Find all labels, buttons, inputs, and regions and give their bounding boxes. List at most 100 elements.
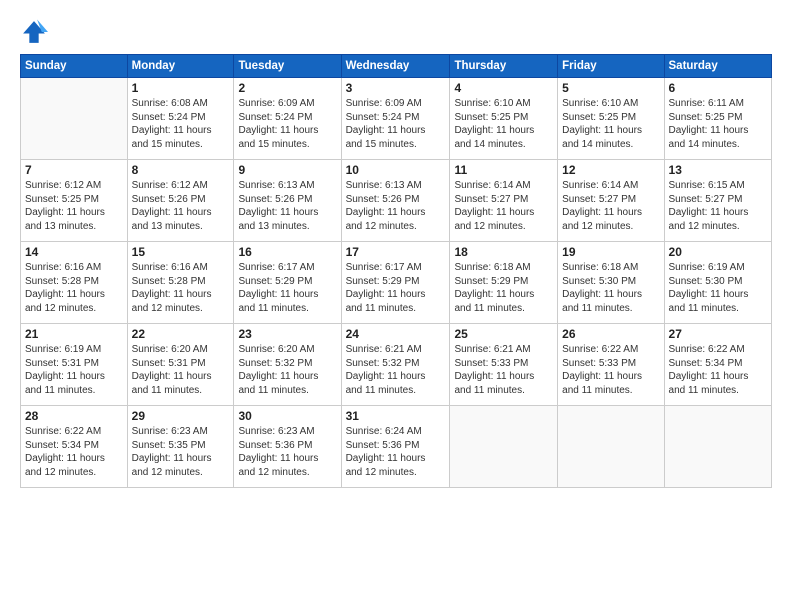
day-number: 29 [132,409,230,423]
day-info: Sunrise: 6:13 AMSunset: 5:26 PMDaylight:… [238,179,336,233]
calendar-header-sunday: Sunday [21,55,128,78]
calendar-cell: 30Sunrise: 6:23 AMSunset: 5:36 PMDayligh… [234,406,341,488]
calendar-header-wednesday: Wednesday [341,55,450,78]
calendar-cell: 25 Sunrise: 6:21 AMSunset: 5:33 PMDayligh… [450,324,558,406]
day-number: 16 [238,245,336,259]
calendar-cell [558,406,664,488]
calendar-cell: 7 Sunrise: 6:12 AMSunset: 5:25 PMDaylight… [21,160,128,242]
day-info: Sunrise: 6:17 AMSunset: 5:29 PMDaylight:… [238,261,336,315]
calendar-header-saturday: Saturday [664,55,771,78]
day-number: 21 [25,327,123,341]
day-info: Sunrise: 6:24 AMSunset: 5:36 PMDaylight:… [346,425,446,479]
day-info: Sunrise: 6:23 AMSunset: 5:36 PMDaylight:… [238,425,336,479]
day-number: 13 [669,163,767,177]
logo [20,18,52,46]
day-number: 10 [346,163,446,177]
day-number: 26 [562,327,659,341]
calendar-cell: 4Sunrise: 6:10 AMSunset: 5:25 PMDaylight… [450,78,558,160]
logo-icon [20,18,48,46]
calendar-cell: 6 Sunrise: 6:11 AMSunset: 5:25 PMDaylight… [664,78,771,160]
day-number: 28 [25,409,123,423]
day-number: 24 [346,327,446,341]
calendar-cell: 29 Sunrise: 6:23 AMSunset: 5:35 PMDayligh… [127,406,234,488]
day-info: Sunrise: 6:20 AMSunset: 5:32 PMDaylight:… [238,343,336,397]
day-info: Sunrise: 6:22 AMSunset: 5:34 PMDaylight:… [669,343,767,397]
calendar-cell: 13 Sunrise: 6:15 AMSunset: 5:27 PMDayligh… [664,160,771,242]
day-info: Sunrise: 6:12 AMSunset: 5:26 PMDaylight:… [132,179,230,233]
day-info: Sunrise: 6:23 AMSunset: 5:35 PMDaylight:… [132,425,230,479]
day-info: Sunrise: 6:11 AMSunset: 5:25 PMDaylight:… [669,97,767,151]
calendar-cell [21,78,128,160]
calendar-cell: 27Sunrise: 6:22 AMSunset: 5:34 PMDayligh… [664,324,771,406]
day-info: Sunrise: 6:09 AMSunset: 5:24 PMDaylight:… [346,97,446,151]
day-number: 5 [562,81,659,95]
day-number: 3 [346,81,446,95]
day-info: Sunrise: 6:18 AMSunset: 5:29 PMDaylight:… [454,261,553,315]
day-info: Sunrise: 6:14 AMSunset: 5:27 PMDaylight:… [454,179,553,233]
day-number: 19 [562,245,659,259]
calendar-cell [664,406,771,488]
day-info: Sunrise: 6:14 AMSunset: 5:27 PMDaylight:… [562,179,659,233]
day-number: 22 [132,327,230,341]
day-info: Sunrise: 6:12 AMSunset: 5:25 PMDaylight:… [25,179,123,233]
calendar-cell: 24 Sunrise: 6:21 AMSunset: 5:32 PMDayligh… [341,324,450,406]
day-number: 11 [454,163,553,177]
calendar-cell: 14Sunrise: 6:16 AMSunset: 5:28 PMDayligh… [21,242,128,324]
day-number: 8 [132,163,230,177]
day-info: Sunrise: 6:08 AMSunset: 5:24 PMDaylight:… [132,97,230,151]
day-number: 20 [669,245,767,259]
day-number: 12 [562,163,659,177]
calendar-cell: 9 Sunrise: 6:13 AMSunset: 5:26 PMDaylight… [234,160,341,242]
calendar-cell: 2 Sunrise: 6:09 AMSunset: 5:24 PMDaylight… [234,78,341,160]
calendar-cell: 12 Sunrise: 6:14 AMSunset: 5:27 PMDayligh… [558,160,664,242]
calendar-cell: 18 Sunrise: 6:18 AMSunset: 5:29 PMDayligh… [450,242,558,324]
day-info: Sunrise: 6:10 AMSunset: 5:25 PMDaylight:… [562,97,659,151]
day-number: 1 [132,81,230,95]
day-number: 25 [454,327,553,341]
day-info: Sunrise: 6:17 AMSunset: 5:29 PMDaylight:… [346,261,446,315]
calendar-cell: 22 Sunrise: 6:20 AMSunset: 5:31 PMDayligh… [127,324,234,406]
calendar-week-3: 14 Sunrise: 6:16 AMSunset: 5:28 PMDayligh… [21,242,772,324]
day-info: Sunrise: 6:13 AMSunset: 5:26 PMDaylight:… [346,179,446,233]
calendar-week-2: 7 Sunrise: 6:12 AMSunset: 5:25 PMDaylight… [21,160,772,242]
day-number: 18 [454,245,553,259]
day-info: Sunrise: 6:22 AMSunset: 5:33 PMDaylight:… [562,343,659,397]
day-number: 9 [238,163,336,177]
calendar-cell: 21 Sunrise: 6:19 AMSunset: 5:31 PMDayligh… [21,324,128,406]
calendar-cell: 8 Sunrise: 6:12 AMSunset: 5:26 PMDaylight… [127,160,234,242]
day-info: Sunrise: 6:21 AMSunset: 5:33 PMDaylight:… [454,343,553,397]
calendar-week-5: 28Sunrise: 6:22 AMSunset: 5:34 PMDayligh… [21,406,772,488]
calendar-cell: 1 Sunrise: 6:08 AMSunset: 5:24 PMDaylight… [127,78,234,160]
calendar-cell: 31 Sunrise: 6:24 AMSunset: 5:36 PMDayligh… [341,406,450,488]
calendar-header-thursday: Thursday [450,55,558,78]
calendar-cell: 28Sunrise: 6:22 AMSunset: 5:34 PMDayligh… [21,406,128,488]
calendar-cell: 11 Sunrise: 6:14 AMSunset: 5:27 PMDayligh… [450,160,558,242]
day-number: 23 [238,327,336,341]
day-info: Sunrise: 6:21 AMSunset: 5:32 PMDaylight:… [346,343,446,397]
calendar-cell: 5 Sunrise: 6:10 AMSunset: 5:25 PMDaylight… [558,78,664,160]
calendar-cell: 15Sunrise: 6:16 AMSunset: 5:28 PMDayligh… [127,242,234,324]
calendar-cell: 17Sunrise: 6:17 AMSunset: 5:29 PMDayligh… [341,242,450,324]
day-info: Sunrise: 6:18 AMSunset: 5:30 PMDaylight:… [562,261,659,315]
page: SundayMondayTuesdayWednesdayThursdayFrid… [0,0,792,612]
calendar-cell: 3 Sunrise: 6:09 AMSunset: 5:24 PMDaylight… [341,78,450,160]
day-info: Sunrise: 6:16 AMSunset: 5:28 PMDaylight:… [132,261,230,315]
calendar-week-4: 21 Sunrise: 6:19 AMSunset: 5:31 PMDayligh… [21,324,772,406]
day-info: Sunrise: 6:10 AMSunset: 5:25 PMDaylight:… [454,97,553,151]
calendar-cell: 10 Sunrise: 6:13 AMSunset: 5:26 PMDayligh… [341,160,450,242]
day-info: Sunrise: 6:15 AMSunset: 5:27 PMDaylight:… [669,179,767,233]
day-number: 2 [238,81,336,95]
day-number: 31 [346,409,446,423]
day-info: Sunrise: 6:20 AMSunset: 5:31 PMDaylight:… [132,343,230,397]
calendar-header-friday: Friday [558,55,664,78]
calendar-cell: 26 Sunrise: 6:22 AMSunset: 5:33 PMDayligh… [558,324,664,406]
day-info: Sunrise: 6:19 AMSunset: 5:31 PMDaylight:… [25,343,123,397]
day-info: Sunrise: 6:19 AMSunset: 5:30 PMDaylight:… [669,261,767,315]
day-number: 6 [669,81,767,95]
day-number: 7 [25,163,123,177]
day-info: Sunrise: 6:09 AMSunset: 5:24 PMDaylight:… [238,97,336,151]
day-number: 14 [25,245,123,259]
calendar-cell: 19 Sunrise: 6:18 AMSunset: 5:30 PMDayligh… [558,242,664,324]
calendar-header-monday: Monday [127,55,234,78]
calendar-week-1: 1 Sunrise: 6:08 AMSunset: 5:24 PMDaylight… [21,78,772,160]
